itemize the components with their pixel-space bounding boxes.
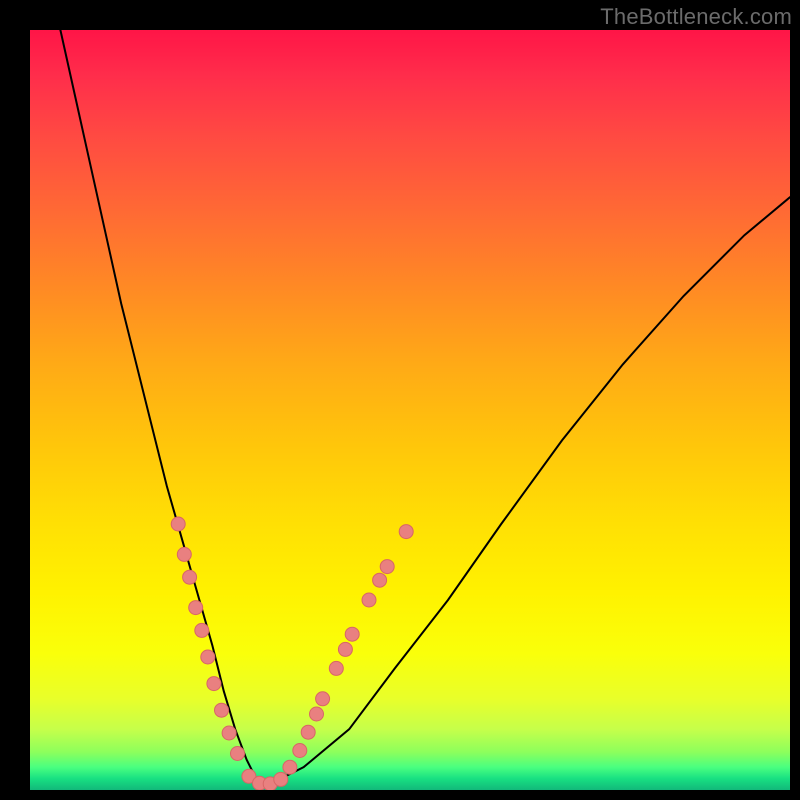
marker-cluster-right — [380, 560, 394, 574]
marker-cluster-left — [207, 677, 221, 691]
marker-cluster-right — [399, 525, 413, 539]
marker-cluster-right — [362, 593, 376, 607]
marker-cluster-bottom — [274, 772, 288, 786]
marker-cluster-left — [171, 517, 185, 531]
marker-cluster-right — [301, 725, 315, 739]
marker-cluster-left — [231, 747, 245, 761]
marker-cluster-right — [293, 744, 307, 758]
plot-area — [30, 30, 790, 790]
curve-layer — [30, 30, 790, 790]
bottleneck-curve — [60, 30, 790, 782]
marker-cluster-left — [201, 650, 215, 664]
chart-frame: TheBottleneck.com — [0, 0, 800, 800]
marker-cluster-left — [222, 726, 236, 740]
marker-cluster-right — [345, 627, 359, 641]
marker-cluster-left — [215, 703, 229, 717]
marker-cluster-left — [189, 601, 203, 615]
marker-dots-group — [171, 517, 413, 790]
marker-cluster-right — [310, 707, 324, 721]
marker-cluster-right — [329, 661, 343, 675]
marker-cluster-right — [338, 642, 352, 656]
marker-cluster-left — [183, 570, 197, 584]
watermark-text: TheBottleneck.com — [600, 4, 792, 30]
marker-cluster-left — [195, 623, 209, 637]
marker-cluster-right — [316, 692, 330, 706]
marker-cluster-right — [283, 760, 297, 774]
marker-cluster-right — [373, 573, 387, 587]
marker-cluster-left — [177, 547, 191, 561]
